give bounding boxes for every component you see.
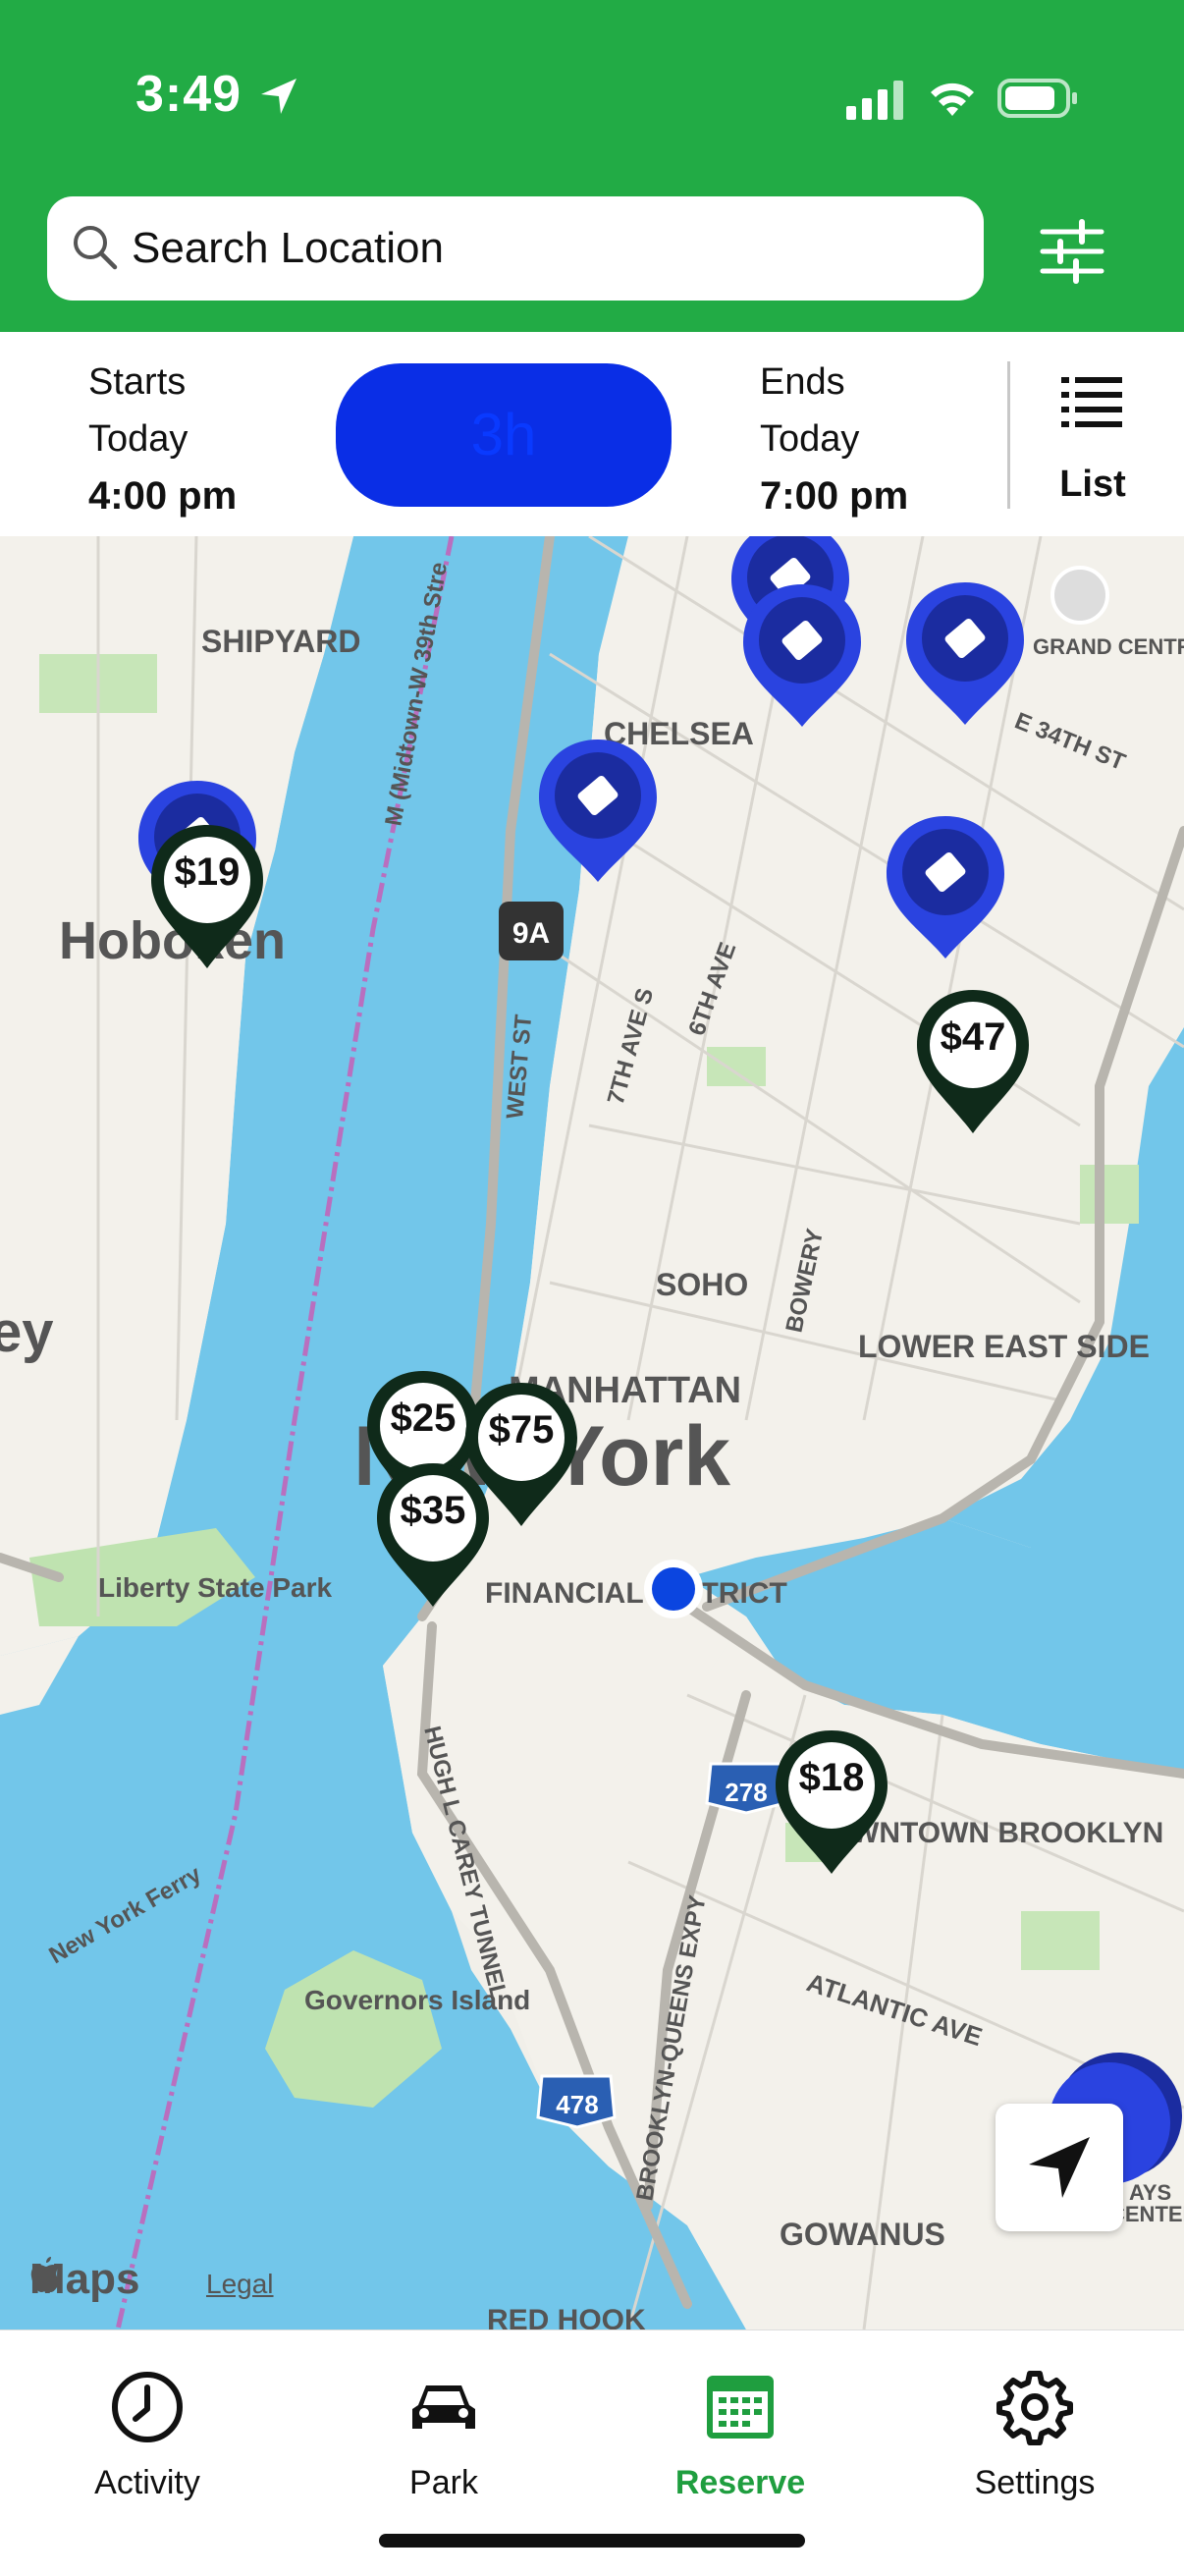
tab-reserve[interactable]: Reserve	[613, 2358, 868, 2501]
tab-park-label: Park	[409, 2464, 478, 2501]
tab-settings[interactable]: Settings	[907, 2358, 1162, 2501]
navigation-arrow-icon	[1029, 2137, 1090, 2198]
list-label: List	[1059, 464, 1126, 505]
home-indicator	[379, 2534, 805, 2548]
event-pin-3[interactable]	[901, 577, 1029, 735]
status-time: 3:49	[135, 66, 242, 123]
price-pin-shape	[917, 990, 1029, 1133]
search-icon	[74, 226, 118, 270]
map-label-shipyard: SHIPYARD	[201, 624, 360, 659]
price-pin-18[interactable]: $18	[772, 1726, 891, 1884]
parking-map[interactable]: SHIPYARD CHELSEA Hoboken GRAND CENTRAL T…	[0, 536, 1184, 2329]
map-label-red-hook: RED HOOK	[487, 2304, 646, 2329]
price-pin-label: $35	[400, 1489, 466, 1532]
tab-activity-label: Activity	[94, 2464, 200, 2501]
apple-maps-logo: Maps	[29, 2255, 139, 2304]
ends-time: 7:00 pm	[760, 474, 909, 518]
map-label-gowanus: GOWANUS	[780, 2217, 945, 2252]
location-arrow-icon	[261, 79, 296, 114]
cellular-signal-icon	[846, 81, 903, 120]
price-pin-35[interactable]: $35	[373, 1459, 493, 1617]
map-label-ey: ey	[0, 1300, 54, 1364]
map-label-grand-central: GRAND CENTRAL TERMINAL	[1033, 634, 1184, 659]
map-label-lower-east-side: LOWER EAST SIDE	[858, 1329, 1150, 1364]
price-pin-shape	[776, 1730, 888, 1874]
legal-link[interactable]: Legal	[206, 2269, 274, 2300]
list-icon	[1061, 377, 1122, 427]
interstate-478-label: 478	[556, 2090, 598, 2119]
starts-day: Today	[88, 418, 188, 460]
calendar-icon	[707, 2376, 774, 2439]
event-pin-2[interactable]	[738, 579, 866, 737]
duration-pill[interactable]: 3h	[336, 363, 672, 507]
route-9a-shield: 9A	[499, 902, 564, 960]
tab-settings-label: Settings	[974, 2464, 1096, 2501]
route-9a-label: 9A	[512, 917, 550, 950]
apple-logo-icon	[30, 2257, 61, 2292]
tab-reserve-label: Reserve	[674, 2464, 806, 2501]
end-time-selector[interactable]: Ends Today 7:00 pm	[760, 354, 908, 524]
reservation-time-bar: Starts Today 4:00 pm 3h Ends Today 7:00 …	[0, 332, 1184, 537]
start-time-selector[interactable]: Starts Today 4:00 pm	[88, 354, 237, 524]
tab-activity[interactable]: Activity	[20, 2358, 275, 2501]
tab-park[interactable]: Park	[316, 2358, 571, 2501]
gear-icon	[996, 2371, 1073, 2445]
map-label-financial-district: FINANCIAL DISTRICT	[485, 1577, 787, 1610]
divider	[1007, 361, 1010, 509]
interstate-478-shield: 478	[536, 2074, 617, 2129]
price-pin-label: $18	[798, 1756, 865, 1799]
filter-sliders-icon[interactable]	[1037, 216, 1107, 287]
car-icon	[412, 2385, 475, 2429]
price-pin-19[interactable]: $19	[147, 821, 267, 978]
interstate-278-label: 278	[725, 1778, 767, 1807]
clock-icon	[112, 2372, 183, 2442]
starts-label: Starts	[88, 361, 187, 403]
map-label-soho: SOHO	[656, 1267, 748, 1302]
wifi-icon	[931, 82, 974, 116]
list-view-button[interactable]: List	[1029, 361, 1157, 519]
price-pin-label: $75	[488, 1408, 555, 1452]
price-pin-label: $19	[174, 850, 241, 894]
current-location-dot	[652, 1567, 695, 1611]
price-pin-shape	[151, 825, 263, 968]
price-pin-47[interactable]: $47	[913, 986, 1033, 1143]
map-label-liberty-state-park: Liberty State Park	[98, 1572, 333, 1603]
event-pin-5[interactable]	[882, 811, 1009, 968]
starts-time: 4:00 pm	[88, 474, 238, 518]
price-pin-label: $47	[940, 1015, 1006, 1059]
search-input[interactable]	[132, 220, 956, 277]
search-bar[interactable]	[47, 196, 984, 301]
battery-icon	[997, 79, 1077, 118]
ends-label: Ends	[760, 361, 845, 403]
event-pin-4[interactable]	[534, 735, 662, 892]
grand-central-landmark-icon	[1050, 566, 1109, 625]
ends-day: Today	[760, 418, 860, 460]
recenter-location-button[interactable]	[996, 2104, 1123, 2231]
app-header: 3:49	[0, 0, 1184, 332]
status-bar: 3:49	[0, 59, 1184, 137]
price-pin-shape	[377, 1463, 489, 1607]
